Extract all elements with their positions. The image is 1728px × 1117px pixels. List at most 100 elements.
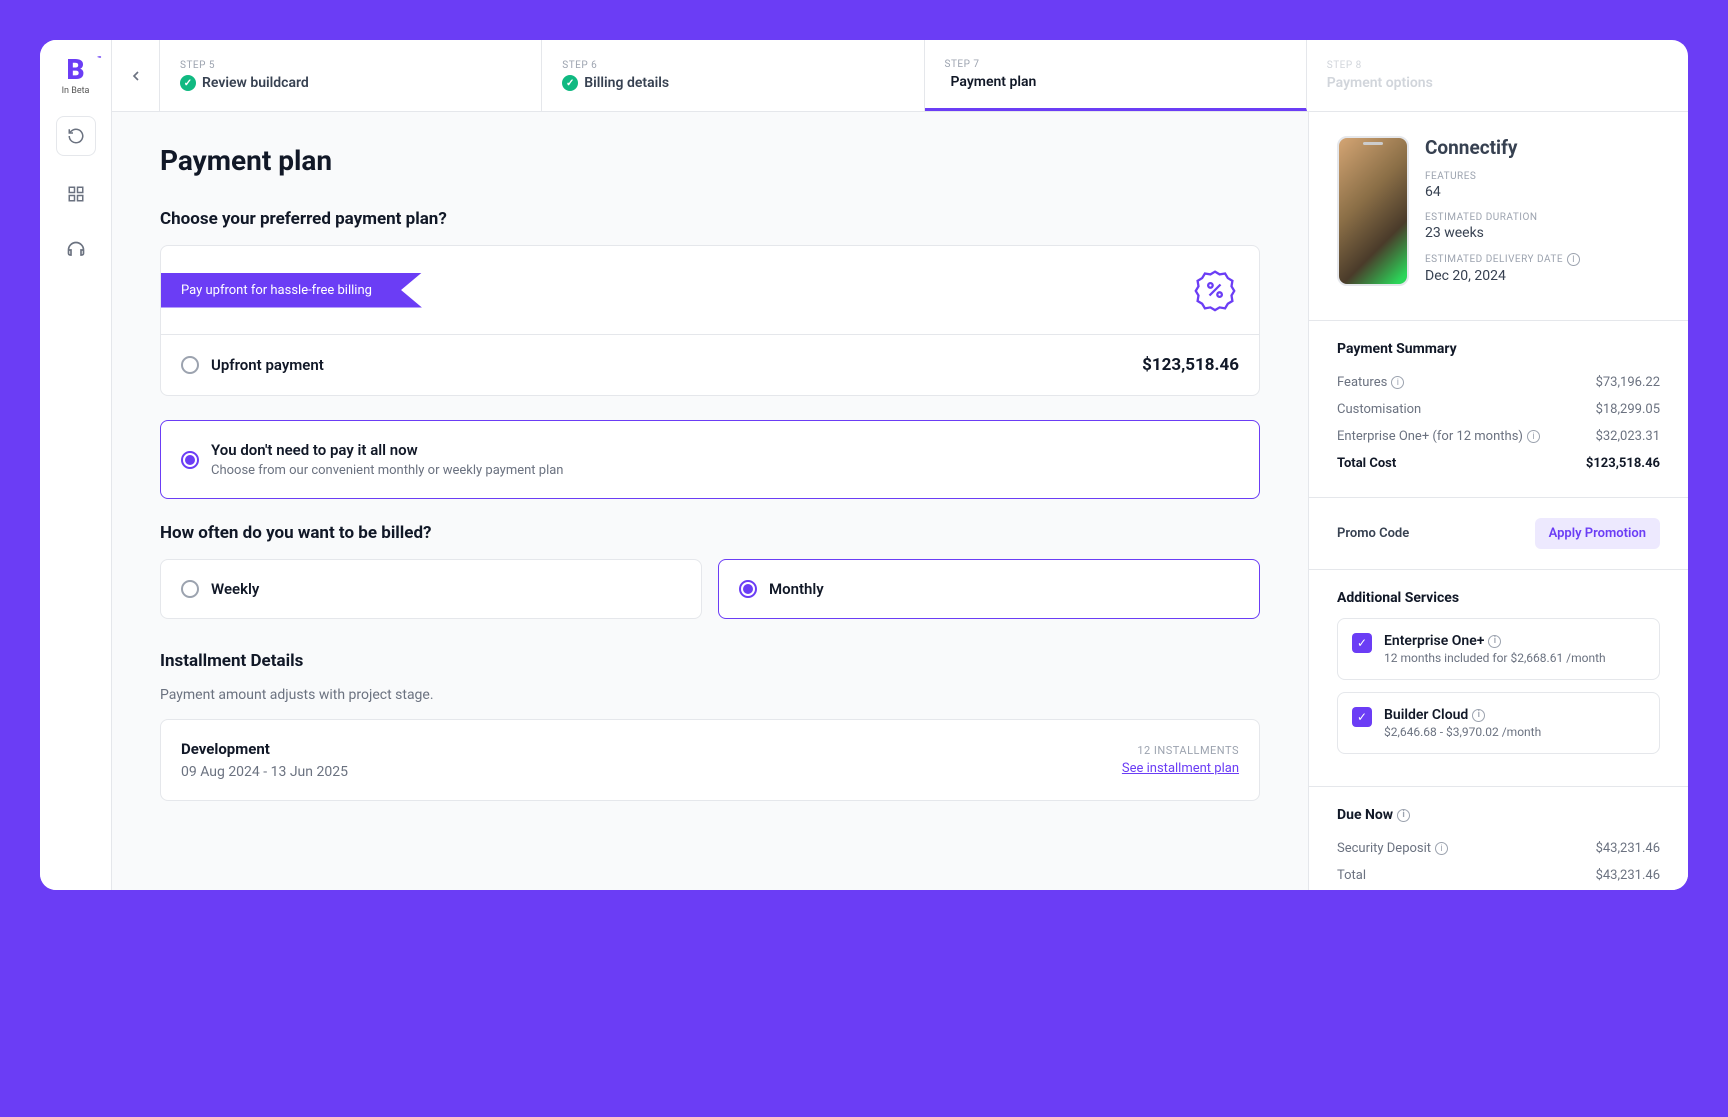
radio-monthly[interactable] bbox=[739, 580, 757, 598]
radio-installment[interactable] bbox=[181, 451, 199, 469]
installment-label: You don't need to pay it all now bbox=[211, 441, 563, 459]
delivery-value: Dec 20, 2024 bbox=[1425, 268, 1580, 284]
undo-button[interactable] bbox=[56, 116, 96, 156]
monthly-label: Monthly bbox=[769, 580, 824, 598]
due-deposit-row: Security Deposit i $43,231.46 bbox=[1337, 835, 1660, 862]
due-now-section: Due Now i Security Deposit i $43,231.46 T… bbox=[1309, 786, 1688, 890]
choose-heading: Choose your preferred payment plan? bbox=[160, 209, 1260, 229]
info-icon[interactable]: i bbox=[1527, 430, 1540, 443]
due-total-row: Total $43,231.46 bbox=[1337, 862, 1660, 889]
installment-card-details: Development 09 Aug 2024 - 13 Jun 2025 12… bbox=[160, 719, 1260, 801]
app-window: B™ In Beta STEP 5 ✓ Review buildcard STEP… bbox=[40, 40, 1688, 890]
duration-label: ESTIMATED DURATION bbox=[1425, 212, 1580, 223]
summary-row-enterprise: Enterprise One+ (for 12 months) i $32,023… bbox=[1337, 423, 1660, 450]
info-icon[interactable]: i bbox=[1397, 809, 1410, 822]
ribbon-row: Pay upfront for hassle-free billing bbox=[161, 246, 1259, 335]
main-area: STEP 5 ✓ Review buildcard STEP 6 ✓ Billing… bbox=[112, 40, 1688, 890]
promo-ribbon: Pay upfront for hassle-free billing bbox=[161, 273, 422, 308]
summary-row-customisation: Customisation $18,299.05 bbox=[1337, 396, 1660, 423]
billing-monthly[interactable]: Monthly bbox=[718, 559, 1260, 619]
installment-desc: Choose from our convenient monthly or we… bbox=[211, 463, 563, 478]
summary-row-total: Total Cost $123,518.46 bbox=[1337, 450, 1660, 477]
info-icon[interactable]: i bbox=[1435, 842, 1448, 855]
logo-mark: B™ bbox=[56, 56, 96, 84]
info-icon[interactable]: i bbox=[1391, 376, 1404, 389]
radio-weekly[interactable] bbox=[181, 580, 199, 598]
installment-card[interactable]: You don't need to pay it all now Choose … bbox=[160, 420, 1260, 499]
weekly-label: Weekly bbox=[211, 580, 259, 598]
addon-title: Enterprise One+ bbox=[1384, 633, 1484, 649]
checkbox-enterprise[interactable]: ✓ bbox=[1352, 633, 1372, 653]
support-button[interactable] bbox=[58, 232, 94, 268]
apply-promo-button[interactable]: Apply Promotion bbox=[1535, 518, 1660, 549]
step-review-buildcard[interactable]: STEP 5 ✓ Review buildcard bbox=[160, 40, 542, 111]
phase-dates: 09 Aug 2024 - 13 Jun 2025 bbox=[181, 764, 348, 780]
project-name: Connectify bbox=[1425, 136, 1580, 159]
installment-heading: Installment Details bbox=[160, 651, 1260, 671]
addon-sub: $2,646.68 - $3,970.02 /month bbox=[1384, 725, 1541, 739]
grid-button[interactable] bbox=[58, 176, 94, 212]
step-num: STEP 8 bbox=[1327, 60, 1668, 71]
logo[interactable]: B™ In Beta bbox=[56, 56, 96, 96]
billing-weekly[interactable]: Weekly bbox=[160, 559, 702, 619]
step-title: Billing details bbox=[584, 75, 669, 91]
due-deposit-label: Security Deposit bbox=[1337, 841, 1431, 856]
content-area: Payment plan Choose your preferred payme… bbox=[112, 112, 1688, 890]
see-plan-link[interactable]: See installment plan bbox=[1122, 761, 1239, 776]
delivery-label: ESTIMATED DELIVERY DATE bbox=[1425, 254, 1563, 265]
headset-icon bbox=[66, 240, 86, 260]
upfront-price: $123,518.46 bbox=[1142, 355, 1239, 375]
back-button[interactable] bbox=[112, 40, 160, 111]
step-title: Review buildcard bbox=[202, 75, 309, 91]
duration-value: 23 weeks bbox=[1425, 225, 1580, 241]
content-main: Payment plan Choose your preferred payme… bbox=[112, 112, 1308, 890]
stepper: STEP 5 ✓ Review buildcard STEP 6 ✓ Billing… bbox=[112, 40, 1688, 112]
billing-heading: How often do you want to be billed? bbox=[160, 523, 1260, 543]
check-icon: ✓ bbox=[562, 75, 578, 91]
summary-value: $73,196.22 bbox=[1596, 375, 1660, 390]
billing-grid: Weekly Monthly bbox=[160, 559, 1260, 619]
installment-sub: Payment amount adjusts with project stag… bbox=[160, 687, 1260, 703]
summary-label: Enterprise One+ (for 12 months) bbox=[1337, 429, 1523, 444]
checkbox-builder-cloud[interactable]: ✓ bbox=[1352, 707, 1372, 727]
due-title: Due Now bbox=[1337, 807, 1393, 823]
features-value: 64 bbox=[1425, 184, 1580, 200]
step-num: STEP 7 bbox=[945, 59, 1286, 70]
summary-total-value: $123,518.46 bbox=[1586, 456, 1660, 471]
summary-value: $32,023.31 bbox=[1596, 429, 1660, 444]
discount-badge-icon bbox=[1191, 266, 1239, 314]
step-num: STEP 6 bbox=[562, 60, 903, 71]
step-payment-plan[interactable]: STEP 7 Payment plan bbox=[925, 40, 1307, 111]
addons-title: Additional Services bbox=[1337, 590, 1660, 606]
check-icon: ✓ bbox=[180, 75, 196, 91]
summary-title: Payment Summary bbox=[1337, 341, 1660, 357]
project-header: Connectify FEATURES 64 ESTIMATED DURATIO… bbox=[1309, 112, 1688, 320]
summary-row-features: Features i $73,196.22 bbox=[1337, 369, 1660, 396]
step-num: STEP 5 bbox=[180, 60, 521, 71]
summary-label: Features bbox=[1337, 375, 1387, 390]
info-icon[interactable]: i bbox=[1567, 253, 1580, 266]
addon-builder-cloud[interactable]: ✓ Builder Cloudi $2,646.68 - $3,970.02 /… bbox=[1337, 692, 1660, 754]
due-total-value: $43,231.46 bbox=[1596, 868, 1660, 883]
page-title: Payment plan bbox=[160, 144, 1260, 177]
logo-beta-label: In Beta bbox=[56, 86, 96, 96]
undo-icon bbox=[67, 127, 85, 145]
addons-section: Additional Services ✓ Enterprise One+i 1… bbox=[1309, 569, 1688, 786]
radio-upfront[interactable] bbox=[181, 356, 199, 374]
info-icon[interactable]: i bbox=[1488, 635, 1501, 648]
chevron-left-icon bbox=[128, 68, 144, 84]
upfront-option[interactable]: Upfront payment $123,518.46 bbox=[161, 335, 1259, 395]
summary-label: Customisation bbox=[1337, 402, 1421, 417]
phone-preview bbox=[1337, 136, 1409, 286]
phase-name: Development bbox=[181, 740, 348, 758]
upfront-card: Pay upfront for hassle-free billing Upfr… bbox=[160, 245, 1260, 396]
step-title: Payment plan bbox=[951, 74, 1037, 90]
addon-enterprise[interactable]: ✓ Enterprise One+i 12 months included fo… bbox=[1337, 618, 1660, 680]
step-title: Payment options bbox=[1327, 75, 1433, 91]
step-billing-details[interactable]: STEP 6 ✓ Billing details bbox=[542, 40, 924, 111]
summary-total-label: Total Cost bbox=[1337, 456, 1396, 471]
due-deposit-value: $43,231.46 bbox=[1596, 841, 1660, 856]
step-payment-options: STEP 8 Payment options bbox=[1307, 40, 1688, 111]
sidebar-left: B™ In Beta bbox=[40, 40, 112, 890]
info-icon[interactable]: i bbox=[1472, 709, 1485, 722]
